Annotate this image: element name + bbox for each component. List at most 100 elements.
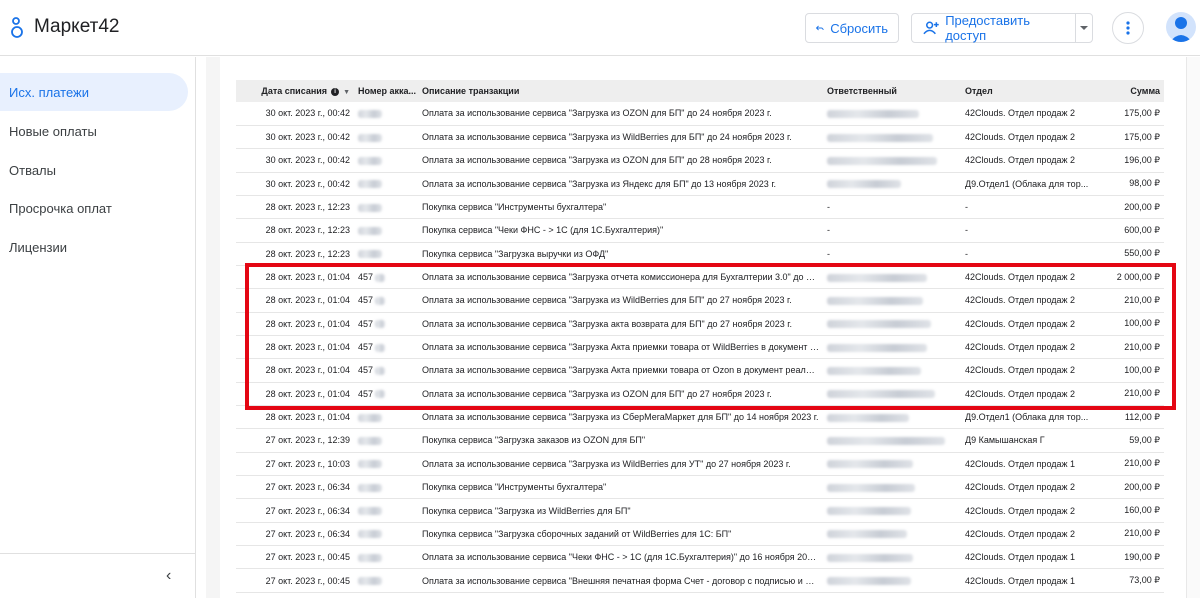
redacted-value <box>358 250 382 259</box>
table-row[interactable]: 28 окт. 2023 г., 01:04 457 Оплата за испол… <box>236 289 1164 313</box>
cell-amount: 100,00 ₽ <box>1124 318 1160 329</box>
cell-amount: 600,00 ₽ <box>1124 224 1160 235</box>
table-row[interactable]: 28 окт. 2023 г., 12:23 Покупка сервиса "З… <box>236 242 1164 266</box>
cell-department: 42Clouds. Отдел продаж 2 <box>965 155 1076 166</box>
cell-amount: 175,00 ₽ <box>1124 107 1160 118</box>
reset-button[interactable]: Сбросить <box>805 13 899 43</box>
cell-responsible <box>823 382 961 405</box>
table-row[interactable]: 28 окт. 2023 г., 01:04 457 Оплата за испол… <box>236 382 1164 406</box>
column-header-account[interactable]: Номер акка... <box>354 80 418 102</box>
sidebar-item-label: Исх. платежи <box>9 84 89 100</box>
cell-date: 28 окт. 2023 г., 01:04 <box>265 272 350 283</box>
cell-account <box>354 452 418 475</box>
sidebar-item-churn[interactable]: Отвалы <box>0 151 188 189</box>
table-row[interactable]: 27 окт. 2023 г., 06:34 Покупка сервиса "З… <box>236 499 1164 523</box>
redacted-value <box>358 110 382 119</box>
redacted-value <box>827 507 911 516</box>
table-row[interactable]: 30 окт. 2023 г., 00:42 Оплата за использо… <box>236 172 1164 196</box>
sidebar-item-licenses[interactable]: Лицензии <box>0 228 188 266</box>
more-options-button[interactable] <box>1112 12 1144 44</box>
cell-date: 28 окт. 2023 г., 01:04 <box>265 295 350 306</box>
column-header-department[interactable]: Отдел <box>961 80 1106 102</box>
table-row[interactable]: 28 окт. 2023 г., 12:23 Покупка сервиса "И… <box>236 195 1164 219</box>
table-row[interactable]: 27 окт. 2023 г., 12:39 Покупка сервиса "З… <box>236 429 1164 453</box>
column-header-description[interactable]: Описание транзакции <box>418 80 823 102</box>
table-row[interactable]: 28 окт. 2023 г., 01:04 457 Оплата за испол… <box>236 265 1164 289</box>
cell-responsible <box>823 522 961 545</box>
share-button[interactable]: Предоставить доступ <box>911 13 1093 43</box>
cell-department: 42Clouds. Отдел продаж 2 <box>965 295 1076 306</box>
table-row[interactable]: 28 окт. 2023 г., 01:04 457 Оплата за испол… <box>236 335 1164 359</box>
sidebar-item-overdue[interactable]: Просрочка оплат <box>0 189 188 227</box>
redacted-value <box>358 180 382 189</box>
cell-responsible <box>823 125 961 148</box>
cell-date: 28 окт. 2023 г., 01:04 <box>265 342 350 353</box>
cell-amount: 200,00 ₽ <box>1124 481 1160 492</box>
table-row[interactable]: 27 окт. 2023 г., 06:34 Покупка сервиса "И… <box>236 476 1164 499</box>
table-row[interactable]: 27 окт. 2023 г., 00:45 Оплата за использо… <box>236 569 1164 593</box>
cell-department: 42Clouds. Отдел продаж 2 <box>965 132 1076 143</box>
cell-date: 28 окт. 2023 г., 01:04 <box>265 412 350 423</box>
add-person-icon <box>923 21 939 35</box>
table-body: 30 окт. 2023 г., 00:42 Оплата за использо… <box>236 102 1164 593</box>
sort-desc-icon[interactable]: ▼ <box>343 89 350 96</box>
cell-responsible <box>823 569 961 592</box>
redacted-value <box>358 553 382 562</box>
column-header-date[interactable]: Дата списания i ▼ <box>236 80 354 102</box>
table-row[interactable]: 30 окт. 2023 г., 00:42 Оплата за использо… <box>236 149 1164 173</box>
cell-account <box>354 125 418 148</box>
table-row[interactable]: 28 окт. 2023 г., 12:23 Покупка сервиса "Ч… <box>236 219 1164 243</box>
cell-description: Оплата за использование сервиса "Чеки ФН… <box>422 552 823 563</box>
table-row[interactable]: 28 окт. 2023 г., 01:04 457 Оплата за испол… <box>236 359 1164 383</box>
cell-responsible <box>823 289 961 312</box>
redacted-value <box>358 530 382 539</box>
cell-department: 42Clouds. Отдел продаж 1 <box>965 458 1076 469</box>
redacted-value <box>358 483 382 492</box>
avatar[interactable] <box>1166 12 1196 42</box>
cell-department: 42Clouds. Отдел продаж 2 <box>965 318 1076 329</box>
redacted-value <box>358 507 382 516</box>
cell-department: 42Clouds. Отдел продаж 1 <box>965 552 1076 563</box>
figure-icon <box>11 17 23 38</box>
more-vert-icon <box>1126 21 1130 35</box>
table-row[interactable]: 30 окт. 2023 г., 00:42 Оплата за использо… <box>236 125 1164 149</box>
table-row[interactable]: 28 окт. 2023 г., 01:04 Оплата за использо… <box>236 405 1164 429</box>
column-header-responsible[interactable]: Ответственный <box>823 80 961 102</box>
redacted-value <box>827 320 931 329</box>
share-dropdown-toggle[interactable] <box>1074 14 1092 42</box>
cell-description: Оплата за использование сервиса "Загрузк… <box>422 108 772 119</box>
cell-amount: 190,00 ₽ <box>1124 551 1160 562</box>
app-title: Маркет42 <box>34 16 120 37</box>
user-icon <box>1170 17 1192 42</box>
chevron-left-icon[interactable]: ‹ <box>166 567 171 585</box>
cell-department: - <box>965 202 968 213</box>
cell-date: 27 окт. 2023 г., 10:03 <box>265 458 350 469</box>
share-button-label: Предоставить доступ <box>945 13 1030 43</box>
cell-date: 30 окт. 2023 г., 00:42 <box>265 108 350 119</box>
cell-account <box>354 476 418 499</box>
undo-icon <box>816 25 824 31</box>
cell-description: Оплата за использование сервиса "Загрузк… <box>422 155 772 166</box>
sidebar-item-new-payments[interactable]: Новые оплаты <box>0 112 188 150</box>
cell-description: Покупка сервиса "Инструменты бухгалтера" <box>422 202 607 213</box>
column-header-amount[interactable]: Сумма <box>1106 80 1164 102</box>
sidebar-item-outgoing-payments[interactable]: Исх. платежи <box>0 73 188 111</box>
redacted-value <box>827 390 935 399</box>
table-row[interactable]: 27 окт. 2023 г., 10:03 Оплата за использо… <box>236 452 1164 476</box>
cell-date: 28 окт. 2023 г., 01:04 <box>265 388 350 399</box>
cell-date: 27 окт. 2023 г., 06:34 <box>265 482 350 493</box>
cell-description: Оплата за использование сервиса "Загрузк… <box>422 178 777 189</box>
vertical-scrollbar[interactable] <box>1186 57 1200 598</box>
cell-date: 28 окт. 2023 г., 12:23 <box>265 202 350 213</box>
cell-account <box>354 219 418 242</box>
table-row[interactable]: 27 окт. 2023 г., 00:45 Оплата за использо… <box>236 546 1164 569</box>
cell-account <box>354 102 418 125</box>
table-row[interactable]: 30 окт. 2023 г., 00:42 Оплата за использо… <box>236 102 1164 126</box>
table-row[interactable]: 28 окт. 2023 г., 01:04 457 Оплата за испол… <box>236 312 1164 336</box>
redacted-value <box>375 343 386 352</box>
cell-account <box>354 569 418 592</box>
cell-description: Покупка сервиса "Инструменты бухгалтера" <box>422 482 607 493</box>
table-row[interactable]: 27 окт. 2023 г., 06:34 Покупка сервиса "З… <box>236 522 1164 546</box>
redacted-value <box>375 367 386 376</box>
info-icon[interactable]: i <box>331 87 340 96</box>
